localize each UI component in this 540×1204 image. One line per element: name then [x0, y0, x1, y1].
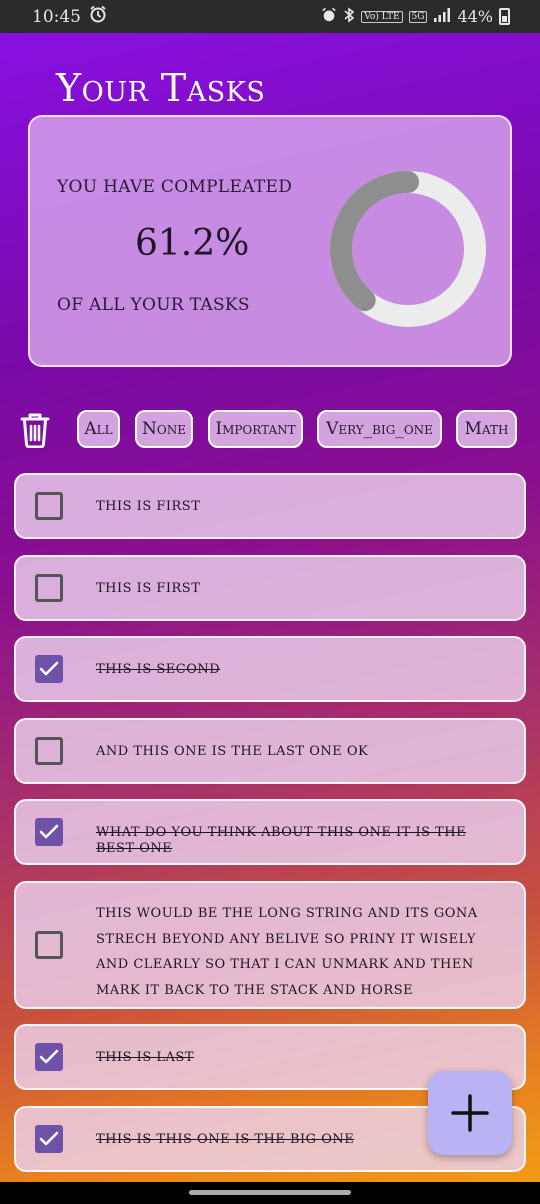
task-text: this is first — [96, 581, 201, 596]
plus-icon — [451, 1094, 489, 1132]
progress-ring — [330, 171, 486, 327]
task-item[interactable]: this is first — [14, 473, 526, 539]
page-title: Your Tasks — [56, 66, 266, 110]
filter-chip-all[interactable]: All — [77, 410, 120, 448]
task-checkbox-checked[interactable] — [35, 1125, 63, 1153]
task-text: and this one is the last one ok — [96, 744, 369, 759]
clock: 10:45 — [32, 6, 81, 27]
task-checkbox[interactable] — [35, 737, 63, 765]
task-item[interactable]: this would be the long string and its go… — [14, 881, 526, 1009]
signal-icon — [433, 7, 451, 26]
task-item[interactable]: and this one is the last one ok — [14, 718, 526, 784]
summary-label-top: YOU HAVE COMPLEATED — [57, 177, 293, 197]
task-checkbox[interactable] — [35, 492, 63, 520]
volte-badge: Vo) LTE — [361, 10, 403, 23]
task-text: this is second — [96, 662, 221, 677]
checkmark-icon — [39, 824, 59, 839]
network-type-badge: 5G — [408, 10, 428, 23]
checkmark-icon — [39, 661, 59, 676]
task-text: this is first — [96, 499, 201, 514]
battery-icon — [499, 8, 510, 25]
filter-bar: All None Important Very_big_one Math — [0, 408, 540, 452]
progress-summary-card: YOU HAVE COMPLEATED 61.2% OF ALL YOUR TA… — [28, 115, 512, 367]
task-item[interactable]: this is second — [14, 636, 526, 702]
filter-chip-very_big_one[interactable]: Very_big_one — [317, 410, 442, 448]
battery-percent: 44% — [457, 7, 493, 26]
task-checkbox-checked[interactable] — [35, 818, 63, 846]
bluetooth-icon — [343, 6, 355, 27]
home-gesture-handle[interactable] — [189, 1190, 351, 1195]
completion-percentage: 61.2% — [135, 223, 250, 264]
task-text: this would be the long string and its go… — [96, 906, 478, 998]
filter-chip-math[interactable]: Math — [456, 410, 517, 448]
filter-chip-none[interactable]: None — [135, 410, 193, 448]
trash-icon[interactable] — [18, 412, 52, 448]
task-text: what do you think about this one it is t… — [96, 825, 467, 856]
alarm-icon — [321, 7, 337, 27]
task-checkbox[interactable] — [35, 931, 63, 959]
alarm-icon — [89, 5, 107, 28]
task-item[interactable]: this is first — [14, 555, 526, 621]
checkmark-icon — [39, 1131, 59, 1146]
task-checkbox[interactable] — [35, 574, 63, 602]
task-checkbox-checked[interactable] — [35, 1043, 63, 1071]
task-item[interactable]: what do you think about this one it is t… — [14, 799, 526, 865]
status-bar: 10:45 Vo) LTE 5G 44% — [0, 0, 540, 33]
summary-label-bottom: OF ALL YOUR TASKS — [57, 295, 250, 315]
filter-chip-important[interactable]: Important — [208, 410, 303, 448]
task-checkbox-checked[interactable] — [35, 655, 63, 683]
checkmark-icon — [39, 1049, 59, 1064]
add-task-button[interactable] — [428, 1071, 512, 1155]
system-nav-bar — [0, 1182, 540, 1204]
task-text: this is last — [96, 1050, 194, 1065]
